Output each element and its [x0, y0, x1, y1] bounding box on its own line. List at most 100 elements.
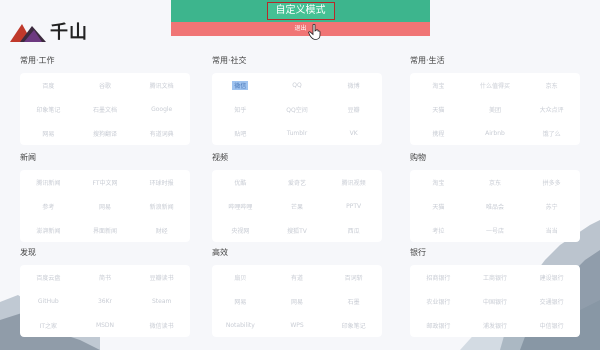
- site-link[interactable]: 一号店: [486, 226, 504, 235]
- site-link[interactable]: 西瓜: [348, 226, 360, 235]
- site-link[interactable]: MSDN: [96, 322, 114, 329]
- site-link[interactable]: 微信读书: [150, 321, 174, 330]
- site-link[interactable]: 淘宝: [432, 178, 444, 187]
- site-link[interactable]: 腾讯视频: [342, 178, 366, 187]
- site-link[interactable]: 澎湃新闻: [36, 226, 60, 235]
- site-link[interactable]: 当当: [546, 226, 558, 235]
- site-link[interactable]: GitHub: [38, 298, 59, 305]
- exit-button[interactable]: 退出: [294, 24, 306, 34]
- site-link[interactable]: 印象笔记: [36, 105, 60, 114]
- site-link[interactable]: 百度: [42, 81, 54, 90]
- site-link[interactable]: 什么值得买: [480, 81, 510, 90]
- site-link[interactable]: 天猫: [432, 105, 444, 114]
- mode-banner: 自定义模式 退出: [171, 0, 430, 40]
- site-link[interactable]: 石墨: [348, 297, 360, 306]
- site-link[interactable]: 农业银行: [426, 297, 450, 306]
- app-logo[interactable]: 千山: [10, 18, 88, 44]
- section-2: 常用·生活 淘宝 什么值得买 京东 天猫 美团 大众点评 携程 Airbnb 饿了么: [410, 55, 580, 145]
- site-link[interactable]: 哔哩哔哩: [228, 202, 252, 211]
- site-link[interactable]: 36Kr: [98, 298, 112, 305]
- site-link[interactable]: 饿了么: [543, 129, 561, 138]
- link-card: 腾讯新闻 FT中文网 环球时报参考 网易 新浪新闻澎湃新闻 界面新闻 财经: [20, 170, 190, 242]
- site-link[interactable]: 石墨文档: [93, 105, 117, 114]
- site-link[interactable]: 拼多多: [543, 178, 561, 187]
- link-card: 百度云盘 简书 豆瓣读书 GitHub 36Kr Steam IT之家 MSDN 微信读书: [20, 265, 190, 337]
- site-link[interactable]: 中信银行: [540, 321, 564, 330]
- site-link[interactable]: 有道: [291, 273, 303, 282]
- site-link[interactable]: Notability: [226, 322, 255, 329]
- site-link[interactable]: 建设银行: [540, 273, 564, 282]
- site-link[interactable]: 豆瓣读书: [150, 273, 174, 282]
- site-link[interactable]: 苏宁: [546, 202, 558, 211]
- section-title: 视频: [212, 153, 228, 162]
- site-link[interactable]: 百度云盘: [36, 273, 60, 282]
- site-link[interactable]: 淘宝: [432, 81, 444, 90]
- site-link[interactable]: 谷歌: [99, 81, 111, 90]
- site-link[interactable]: 考拉: [432, 226, 444, 235]
- site-link[interactable]: 央视网: [231, 226, 249, 235]
- site-link[interactable]: 网易: [291, 297, 303, 306]
- site-link[interactable]: 微信: [232, 80, 249, 90]
- section-0: 常用·工作百度 谷歌 腾讯文档印象笔记 石墨文档 Google 网易 搜狗翻译 有道词典: [20, 55, 190, 145]
- site-link[interactable]: 网易: [42, 129, 54, 138]
- site-link[interactable]: 网易: [99, 202, 111, 211]
- site-link[interactable]: 网易: [234, 297, 246, 306]
- site-link[interactable]: Airbnb: [485, 130, 505, 137]
- site-link[interactable]: 爱奇艺: [288, 178, 306, 187]
- section-title: 银行: [410, 248, 426, 257]
- site-link[interactable]: Tumblr: [287, 130, 307, 137]
- site-link[interactable]: 携程: [432, 129, 444, 138]
- site-link[interactable]: 工商银行: [483, 273, 507, 282]
- link-card: 淘宝 什么值得买 京东天猫 美团 大众点评携程 Airbnb 饿了么: [410, 73, 580, 145]
- site-link[interactable]: 环球时报: [150, 178, 174, 187]
- site-link[interactable]: 扇贝: [234, 273, 246, 282]
- site-link[interactable]: 芒果: [291, 202, 303, 211]
- section-5: 购物 淘宝 京东 拼多多 天猫 唯品会 苏宁 考拉 一号店 当当: [410, 152, 580, 242]
- site-link[interactable]: 有道词典: [150, 129, 174, 138]
- site-link[interactable]: QQ空间: [286, 105, 307, 114]
- site-link[interactable]: 优酷: [234, 178, 246, 187]
- site-link[interactable]: 百词斩: [345, 273, 363, 282]
- site-link[interactable]: 唯品会: [486, 202, 504, 211]
- site-link[interactable]: 界面新闻: [93, 226, 117, 235]
- site-link[interactable]: 交通银行: [540, 297, 564, 306]
- section-title: 新闻: [20, 153, 36, 162]
- site-link[interactable]: 招商银行: [426, 273, 450, 282]
- site-link[interactable]: PPTV: [346, 203, 361, 210]
- site-link[interactable]: IT之家: [40, 321, 57, 330]
- site-link[interactable]: 贴吧: [234, 129, 246, 138]
- section-title: 常用·工作: [20, 56, 55, 65]
- site-link[interactable]: FT中文网: [92, 178, 117, 187]
- site-link[interactable]: 印象笔记: [342, 321, 366, 330]
- site-link[interactable]: 简书: [99, 273, 111, 282]
- site-link[interactable]: 知乎: [234, 105, 246, 114]
- site-link[interactable]: 大众点评: [540, 105, 564, 114]
- custom-mode-button[interactable]: 自定义模式: [266, 2, 335, 20]
- site-link[interactable]: 美团: [489, 105, 501, 114]
- site-link[interactable]: 京东: [546, 81, 558, 90]
- site-link[interactable]: 浦发银行: [483, 321, 507, 330]
- site-link[interactable]: 豆瓣: [348, 105, 360, 114]
- link-card: 扇贝 有道 百词斩网易 网易 石墨 Notability WPS 印象笔记: [212, 265, 382, 337]
- site-link[interactable]: WPS: [290, 322, 303, 329]
- site-link[interactable]: 中国银行: [483, 297, 507, 306]
- site-link[interactable]: 天猫: [432, 202, 444, 211]
- site-link[interactable]: 财经: [156, 226, 168, 235]
- banner-bottom: 退出: [171, 22, 430, 36]
- site-link[interactable]: 微博: [348, 81, 360, 90]
- site-link[interactable]: 搜狐TV: [287, 226, 307, 235]
- site-link[interactable]: 腾讯新闻: [36, 178, 60, 187]
- site-link[interactable]: VK: [350, 130, 358, 137]
- site-link[interactable]: 腾讯文档: [150, 81, 174, 90]
- site-link[interactable]: 参考: [42, 202, 54, 211]
- site-link[interactable]: 京东: [489, 178, 501, 187]
- site-link[interactable]: 新浪新闻: [150, 202, 174, 211]
- logo-text: 千山: [50, 22, 88, 43]
- site-link[interactable]: QQ: [292, 82, 301, 89]
- section-title: 常用·社交: [212, 56, 247, 65]
- site-link[interactable]: Steam: [152, 298, 171, 305]
- site-link[interactable]: Google: [151, 106, 172, 113]
- site-link[interactable]: 搜狗翻译: [93, 129, 117, 138]
- site-link[interactable]: 邮政银行: [426, 321, 450, 330]
- section-7: 高效 扇贝 有道 百词斩 网易 网易 石墨 Notability WPS 印象笔记: [212, 247, 382, 337]
